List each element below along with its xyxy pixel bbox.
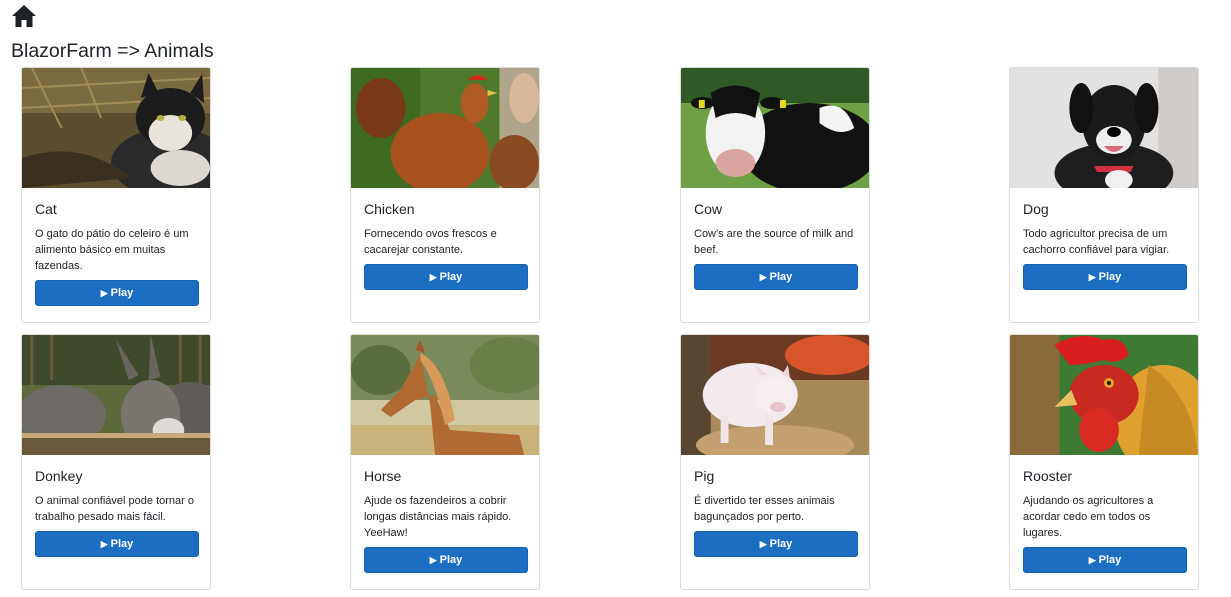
play-button-horse[interactable]: ▶ Play — [364, 547, 528, 573]
home-icon — [12, 5, 36, 27]
animal-description: Todo agricultor precisa de um cachorro c… — [1023, 228, 1170, 256]
play-button-cat[interactable]: ▶ Play — [35, 280, 199, 306]
animal-name: Cat — [35, 201, 57, 217]
animal-description: É divertido ter esses animais bagunçados… — [694, 495, 835, 523]
animal-card-horse: Horse Ajude os fazendeiros a cobrir long… — [350, 334, 540, 590]
page-title: BlazorFarm => Animals — [11, 40, 214, 62]
play-icon: ▶ — [100, 539, 108, 549]
horse-photo — [351, 335, 539, 455]
animal-description: Ajudando os agricultores a acordar cedo … — [1023, 495, 1154, 539]
animal-name: Dog — [1023, 201, 1049, 217]
animal-description: Fornecendo ovos frescos e cacarejar cons… — [364, 228, 497, 256]
chicken-photo — [351, 68, 539, 188]
play-button-dog[interactable]: ▶ Play — [1023, 264, 1187, 290]
home-link[interactable] — [11, 4, 37, 28]
play-icon: ▶ — [1088, 272, 1096, 282]
play-icon: ▶ — [429, 272, 437, 282]
cow-photo — [681, 68, 869, 188]
dog-photo — [1010, 68, 1198, 188]
animal-card-chicken: Chicken Fornecendo ovos frescos e cacare… — [350, 67, 540, 323]
play-button-label: Play — [1098, 271, 1122, 283]
animal-card-donkey: Donkey O animal confiável pode tornar o … — [21, 334, 211, 590]
cat-photo — [22, 68, 210, 188]
pig-photo — [681, 335, 869, 455]
animal-name: Horse — [364, 468, 402, 484]
animal-name: Chicken — [364, 201, 415, 217]
animal-card-rooster: Rooster Ajudando os agricultores a acord… — [1009, 334, 1199, 590]
animal-name: Pig — [694, 468, 715, 484]
animal-description: Ajude os fazendeiros a cobrir longas dis… — [364, 495, 512, 539]
play-button-donkey[interactable]: ▶ Play — [35, 531, 199, 557]
animal-card-cow: Cow Cow's are the source of milk and bee… — [680, 67, 870, 323]
play-button-pig[interactable]: ▶ Play — [694, 531, 858, 557]
play-icon: ▶ — [759, 272, 767, 282]
play-button-label: Play — [769, 538, 793, 550]
animal-name: Cow — [694, 201, 723, 217]
animal-card-dog: Dog Todo agricultor precisa de um cachor… — [1009, 67, 1199, 323]
play-button-label: Play — [439, 554, 463, 566]
animal-card-pig: Pig É divertido ter esses animais bagunç… — [680, 334, 870, 590]
play-icon: ▶ — [100, 288, 108, 298]
animal-description: O gato do pátio do celeiro é um alimento… — [35, 228, 189, 272]
animal-description: O animal confiável pode tornar o trabalh… — [35, 495, 194, 523]
play-button-rooster[interactable]: ▶ Play — [1023, 547, 1187, 573]
animal-description: Cow's are the source of milk and beef. — [694, 228, 854, 256]
play-button-label: Play — [110, 287, 134, 299]
play-icon: ▶ — [1088, 555, 1096, 565]
animal-name: Rooster — [1023, 468, 1073, 484]
animal-grid: Cat O gato do pátio do celeiro é um alim… — [21, 67, 1201, 591]
play-button-label: Play — [110, 538, 134, 550]
play-icon: ▶ — [429, 555, 437, 565]
play-button-label: Play — [439, 271, 463, 283]
animal-card-cat: Cat O gato do pátio do celeiro é um alim… — [21, 67, 211, 323]
play-button-chicken[interactable]: ▶ Play — [364, 264, 528, 290]
animal-name: Donkey — [35, 468, 83, 484]
play-icon: ▶ — [759, 539, 767, 549]
rooster-photo — [1010, 335, 1198, 455]
play-button-cow[interactable]: ▶ Play — [694, 264, 858, 290]
donkey-photo — [22, 335, 210, 455]
play-button-label: Play — [1098, 554, 1122, 566]
play-button-label: Play — [769, 271, 793, 283]
